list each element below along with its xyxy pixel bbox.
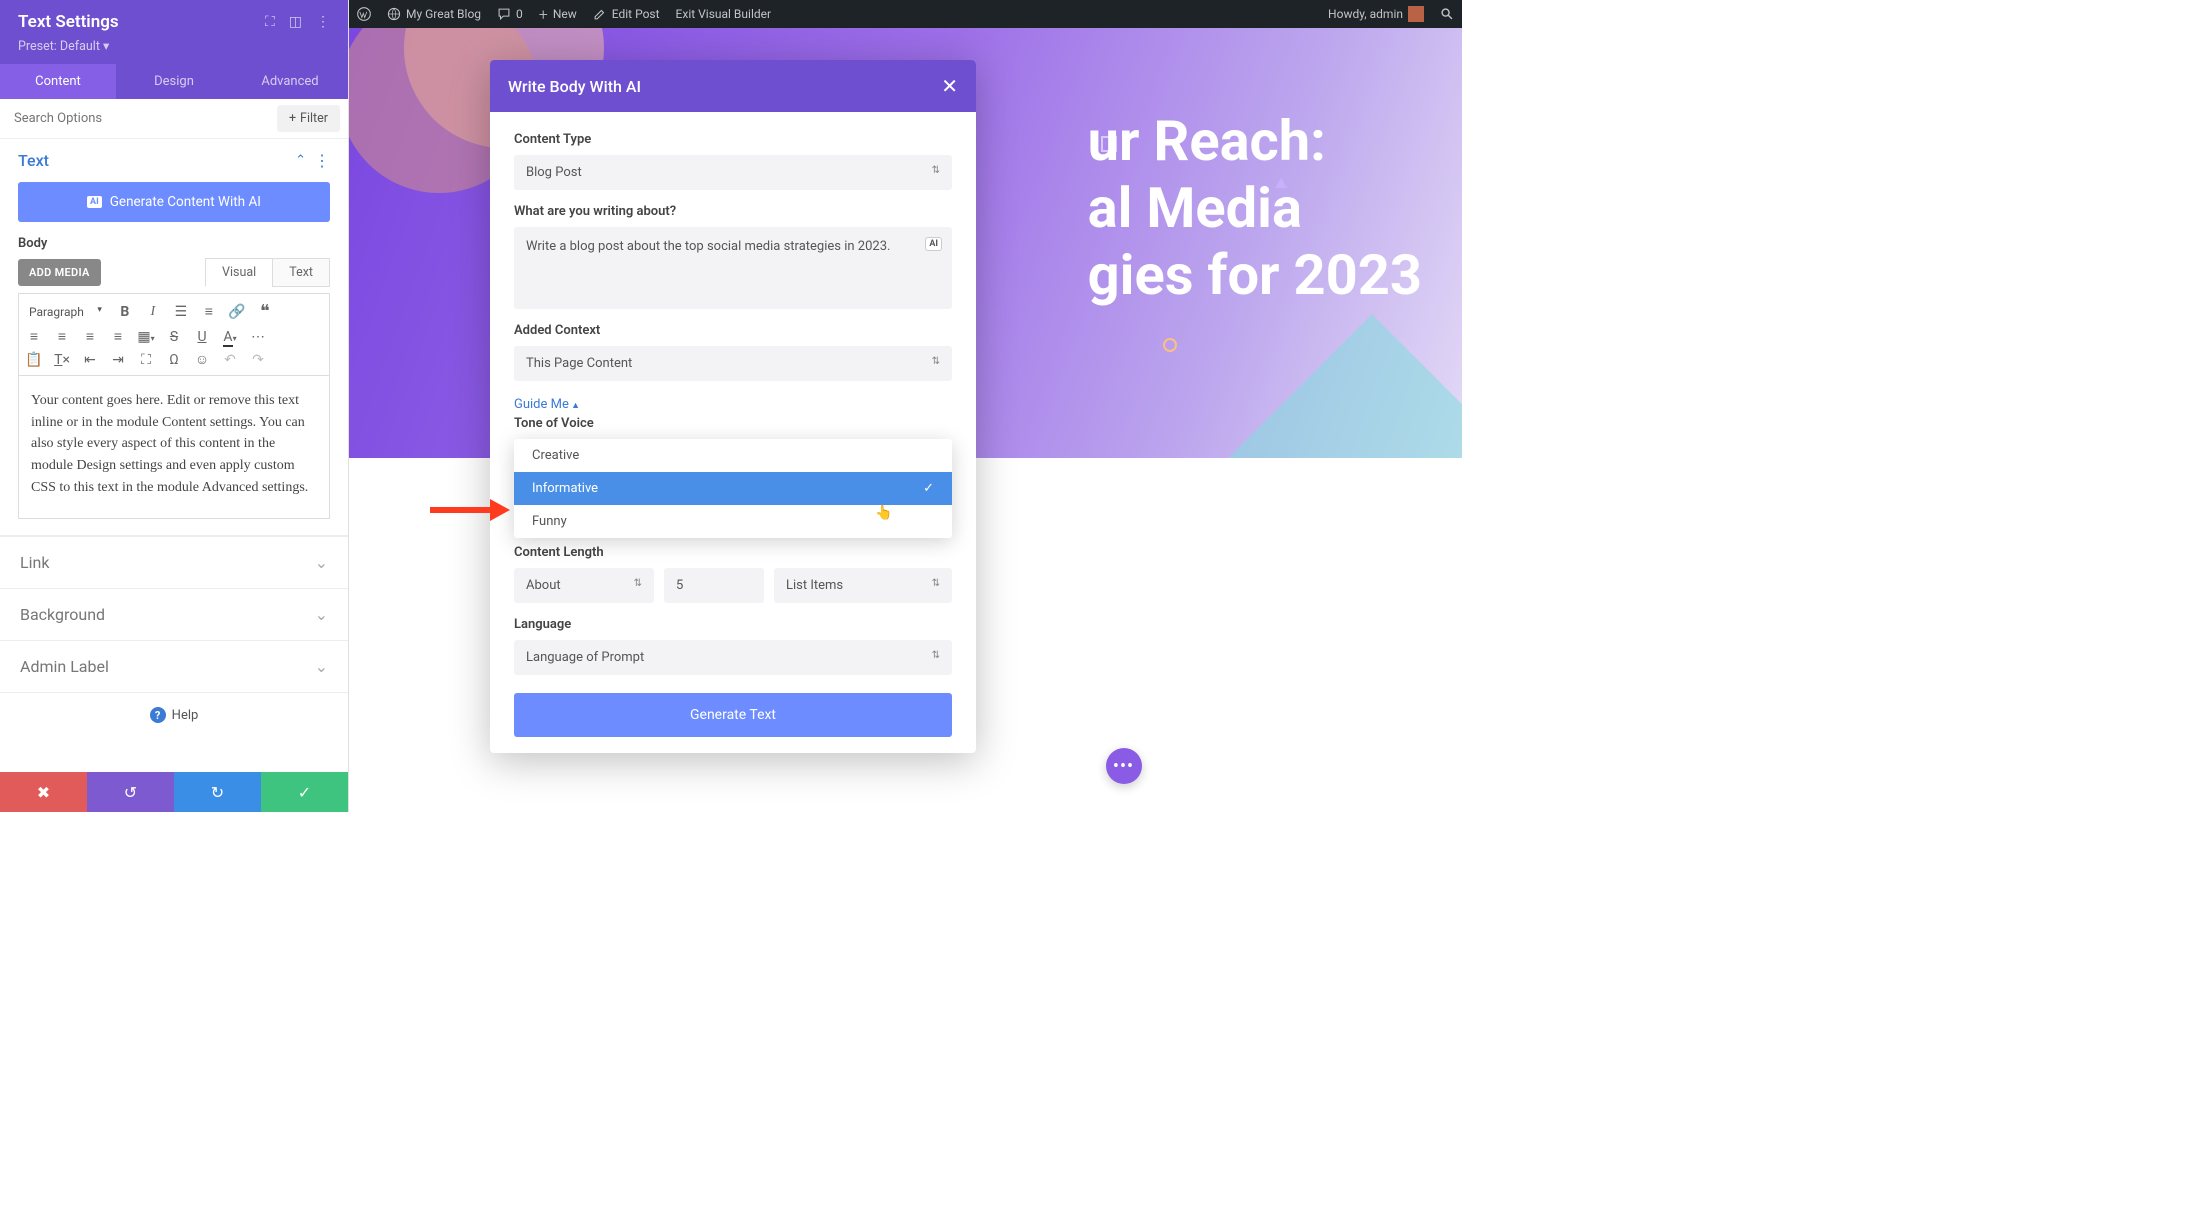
quote-icon[interactable]: ❝ — [256, 301, 274, 322]
generate-button[interactable]: Generate Text — [514, 693, 952, 737]
section-link[interactable]: Link⌄ — [0, 536, 348, 588]
close-icon[interactable]: ✕ — [941, 74, 958, 98]
sidebar-title: Text Settings — [18, 12, 119, 32]
ol-icon[interactable]: ≡ — [200, 303, 218, 320]
search-input[interactable] — [0, 101, 269, 136]
new-link[interactable]: +New — [531, 5, 585, 24]
ai-icon: AI — [925, 237, 942, 251]
wp-admin-bar: My Great Blog 0 +New Edit Post Exit Visu… — [349, 0, 1462, 28]
editor-tab-visual[interactable]: Visual — [205, 258, 272, 287]
more-icon[interactable]: ⋮ — [316, 14, 330, 30]
editor-tab-text[interactable]: Text — [272, 258, 330, 287]
length-unit-select[interactable]: List Items — [774, 568, 952, 603]
bottom-actions: ✖ ↺ ↻ ✓ — [0, 772, 348, 812]
language-select[interactable]: Language of Prompt — [514, 640, 952, 675]
tab-content[interactable]: Content — [0, 64, 116, 99]
tone-label: Tone of Voice — [514, 416, 952, 431]
generate-ai-button[interactable]: AIGenerate Content With AI — [18, 182, 330, 222]
length-about-select[interactable]: About — [514, 568, 654, 603]
hero-heading: ur Reach: al Media gies for 2023 — [1088, 108, 1422, 310]
chevron-down-icon: ⌄ — [315, 553, 328, 572]
strike-icon[interactable]: S — [165, 329, 183, 345]
ai-modal: Write Body With AI ✕ Content Type Blog P… — [490, 60, 976, 753]
tone-option-creative[interactable]: Creative — [514, 439, 952, 472]
link-icon[interactable]: 🔗 — [228, 304, 246, 320]
ai-icon: AI — [87, 196, 102, 208]
annotation-arrow — [430, 495, 510, 529]
align-right-icon[interactable]: ≡ — [81, 328, 99, 345]
filter-button[interactable]: +Filter — [277, 105, 340, 132]
sidebar-header: Text Settings ⛶ ◫ ⋮ Preset: Default ▾ — [0, 0, 348, 64]
save-button[interactable]: ✓ — [261, 772, 348, 812]
comments-link[interactable]: 0 — [489, 7, 531, 21]
content-type-label: Content Type — [514, 132, 952, 147]
table-icon[interactable]: ▦▾ — [137, 329, 155, 345]
underline-icon[interactable]: U — [193, 329, 211, 345]
preset-label[interactable]: Preset: Default ▾ — [18, 38, 330, 54]
site-name[interactable]: My Great Blog — [379, 7, 489, 21]
chevron-down-icon: ⌄ — [315, 605, 328, 624]
expand-icon[interactable]: ◫ — [289, 14, 302, 30]
edit-post-link[interactable]: Edit Post — [585, 7, 668, 21]
section-admin-label[interactable]: Admin Label⌄ — [0, 640, 348, 692]
content-type-select[interactable]: Blog Post — [514, 155, 952, 190]
redo-icon[interactable]: ↷ — [249, 352, 267, 368]
fullscreen-icon[interactable]: ⛶ — [137, 352, 155, 368]
builder-fab[interactable]: ••• — [1106, 748, 1142, 784]
italic-icon[interactable]: I — [144, 304, 162, 320]
special-icon[interactable]: Ω — [165, 352, 183, 368]
add-media-button[interactable]: ADD MEDIA — [18, 259, 101, 286]
section-more-icon[interactable]: ⋮ — [314, 151, 330, 170]
context-select[interactable]: This Page Content — [514, 346, 952, 381]
drag-icon[interactable]: ⛶ — [265, 14, 275, 30]
settings-tabs: Content Design Advanced — [0, 64, 348, 99]
avatar — [1408, 6, 1424, 22]
chevron-up-icon: ⌃ — [295, 153, 306, 168]
cancel-button[interactable]: ✖ — [0, 772, 87, 812]
cursor-icon: 👆 — [875, 505, 892, 521]
outdent-icon[interactable]: ⇥ — [109, 352, 127, 368]
help-link[interactable]: ?Help — [0, 692, 348, 737]
paragraph-select[interactable]: Paragraph — [25, 303, 106, 321]
align-left-icon[interactable]: ≡ — [25, 328, 43, 345]
length-label: Content Length — [514, 545, 952, 560]
language-label: Language — [514, 617, 952, 632]
textcolor-icon[interactable]: A▾ — [221, 329, 239, 345]
editor-content[interactable]: Your content goes here. Edit or remove t… — [18, 376, 330, 519]
search-icon[interactable] — [1432, 7, 1462, 21]
bold-icon[interactable]: B — [116, 304, 134, 320]
wp-logo[interactable] — [349, 7, 379, 21]
exit-builder-link[interactable]: Exit Visual Builder — [668, 7, 780, 21]
undo-icon[interactable]: ↶ — [221, 352, 239, 368]
align-center-icon[interactable]: ≡ — [53, 328, 71, 345]
context-label: Added Context — [514, 323, 952, 338]
help-icon: ? — [150, 707, 166, 723]
editor-toolbar: Paragraph B I ☰ ≡ 🔗 ❝ ≡ ≡ ≡ ≡ ▦▾ S U A▾ — [18, 293, 330, 376]
redo-button[interactable]: ↻ — [174, 772, 261, 812]
section-text-toggle[interactable]: Text ⌃⋮ — [0, 139, 348, 182]
clear-icon[interactable]: T× — [53, 352, 71, 368]
guide-me-toggle[interactable]: Guide Me — [514, 397, 580, 412]
ul-icon[interactable]: ☰ — [172, 304, 190, 320]
settings-sidebar: Text Settings ⛶ ◫ ⋮ Preset: Default ▾ Co… — [0, 0, 349, 812]
modal-title: Write Body With AI — [508, 77, 641, 96]
paste-icon[interactable]: 📋 — [25, 352, 43, 368]
chevron-down-icon: ⌄ — [315, 657, 328, 676]
tone-option-informative[interactable]: Informative — [514, 472, 952, 505]
undo-button[interactable]: ↺ — [87, 772, 174, 812]
about-label: What are you writing about? — [514, 204, 952, 219]
tab-advanced[interactable]: Advanced — [232, 64, 348, 99]
about-textarea[interactable]: Write a blog post about the top social m… — [514, 227, 952, 309]
emoji-icon[interactable]: ☺ — [193, 351, 211, 368]
tone-dropdown: Creative Informative Funny — [514, 439, 952, 538]
align-justify-icon[interactable]: ≡ — [109, 328, 127, 345]
tab-design[interactable]: Design — [116, 64, 232, 99]
length-number-input[interactable]: 5 — [664, 568, 764, 603]
more-toolbar-icon[interactable]: ⋯ — [249, 329, 267, 345]
section-background[interactable]: Background⌄ — [0, 588, 348, 640]
howdy-user[interactable]: Howdy, admin — [1320, 6, 1432, 22]
body-label: Body — [18, 236, 330, 251]
indent-icon[interactable]: ⇤ — [81, 352, 99, 368]
